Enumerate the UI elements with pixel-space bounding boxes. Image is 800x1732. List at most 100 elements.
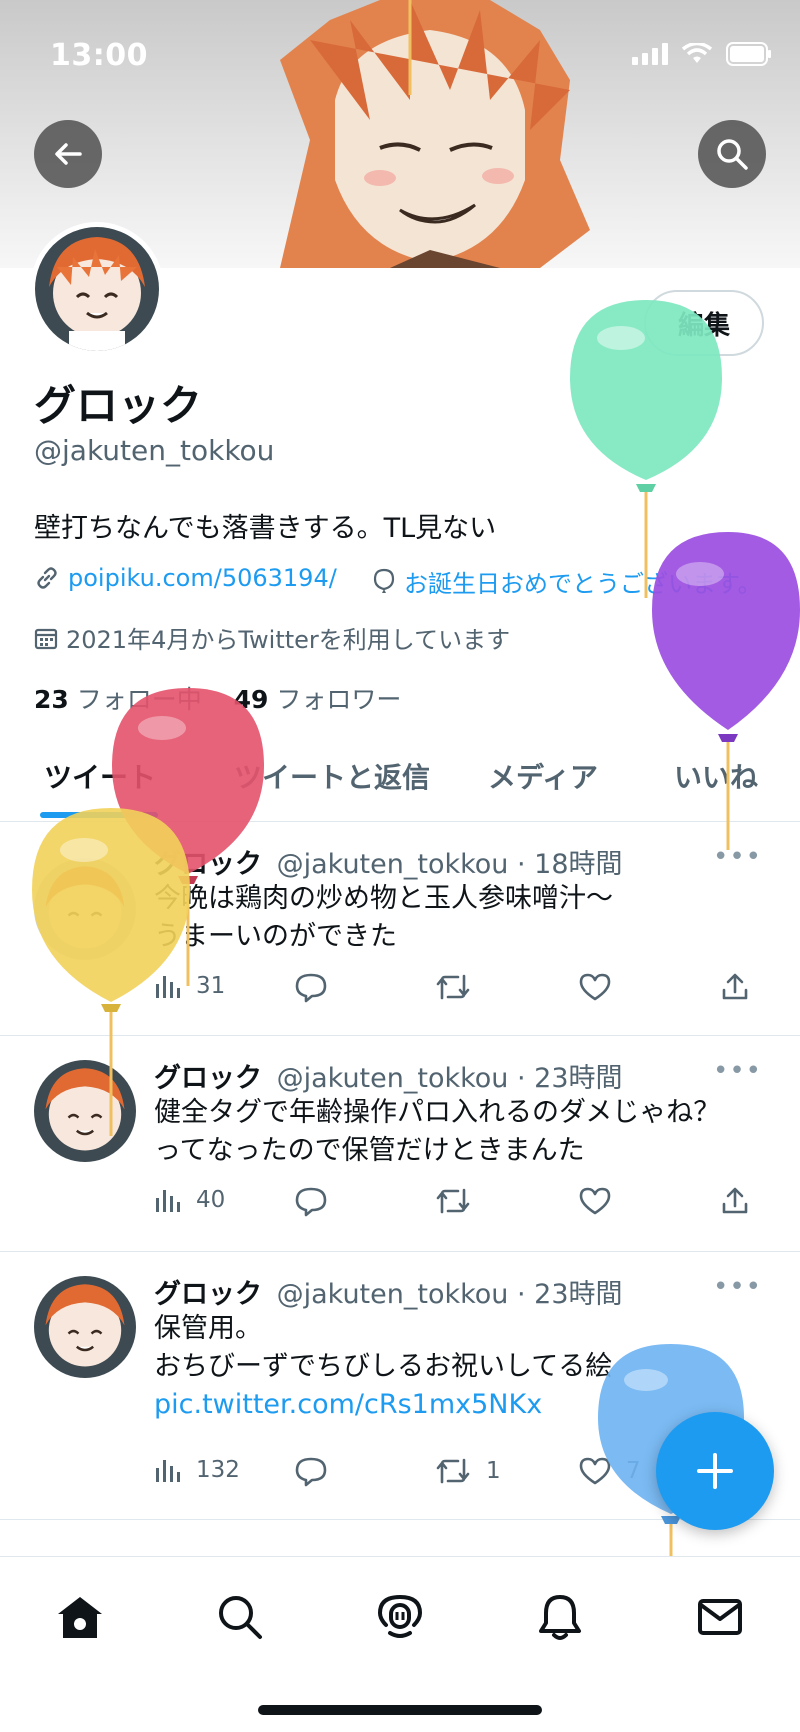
like-button[interactable] [578,972,612,1002]
views-button[interactable]: 31 [154,972,225,1000]
mail-icon [698,1599,742,1635]
retweet-icon [436,1188,470,1214]
tweet-actions: 31 [154,972,766,1012]
profile-handle: @jakuten_tokkou [34,434,275,467]
share-button[interactable] [720,1186,750,1216]
retweet-button[interactable] [434,972,472,1002]
link-icon [37,567,57,589]
avatar-illustration [34,1060,136,1162]
profile-link[interactable]: poipiku.com/5063194/ [34,564,337,592]
wifi-icon [682,43,712,63]
nav-spaces[interactable] [370,1587,430,1647]
tweet-text-line: 保管用。 [154,1313,262,1344]
banner-illustration [280,0,590,268]
tweet-avatar[interactable] [34,858,136,960]
search-icon [717,139,748,170]
search-icon [219,1596,262,1639]
like-button[interactable] [578,1186,612,1216]
retweet-icon [436,1458,470,1484]
tweet-header: グロック @jakuten_tokkou · 23時間 [154,1056,623,1095]
share-icon [722,973,748,1000]
calendar-icon [34,628,58,649]
tweet-author-handle[interactable]: @jakuten_tokkou [277,1279,509,1310]
tweet-author-handle[interactable]: @jakuten_tokkou [277,849,509,880]
following-link[interactable]: 23 フォロー中 [34,685,202,714]
tweet-media-link[interactable]: pic.twitter.com/cRs1mx5NKx [154,1386,612,1424]
tab-media[interactable]: メディア [488,756,598,796]
arrow-left-icon [55,143,82,165]
reply-button[interactable] [294,972,328,1004]
balloon-icon [373,568,395,593]
tweet-text-line: おちびーずでちびしるお祝いしてる絵 [154,1351,613,1382]
battery-icon [726,42,771,66]
followers-link[interactable]: 49 フォロワー [234,685,402,714]
profile-birthday: お誕生日おめでとうございます。 [372,564,762,599]
reply-icon [295,973,327,1003]
tweet-author-name[interactable]: グロック [154,1279,262,1310]
followers-label: フォロワー [276,685,402,714]
like-count: 7 [626,1458,641,1484]
views-button[interactable]: 132 [154,1456,240,1484]
profile-link-text[interactable]: poipiku.com/5063194/ [68,564,337,592]
tweet-text-line: うまーいのができた [154,921,397,952]
nav-notifications[interactable] [530,1587,590,1647]
retweet-button[interactable]: 1 [434,1456,501,1486]
plus-icon [697,1453,733,1489]
tweet-author-name[interactable]: グロック [154,849,262,880]
tweet-header: グロック @jakuten_tokkou · 23時間 [154,1272,623,1311]
tweet-author-handle[interactable]: @jakuten_tokkou [277,1063,509,1094]
share-button[interactable] [720,972,750,1002]
nav-home[interactable] [50,1587,110,1647]
views-button[interactable]: 40 [154,1186,225,1214]
more-options-icon[interactable]: ••• [713,842,762,872]
tab-likes[interactable]: いいね [674,756,758,796]
follow-stats: 23 フォロー中 49 フォロワー [34,680,401,716]
tweet-item[interactable]: グロック @jakuten_tokkou · 18時間 ••• 今晩は鶏肉の炒め… [0,822,800,1036]
retweet-button[interactable] [434,1186,472,1216]
tweet-item[interactable]: グロック @jakuten_tokkou · 23時間 ••• 健全タグで年齢操… [0,1036,800,1252]
more-options-icon[interactable]: ••• [713,1272,762,1302]
tweet-text: 健全タグで年齢操作パロ入れるのダメじゃね？ ってなったので保管だけときまんた [154,1094,720,1170]
like-button[interactable]: 7 [578,1456,641,1486]
bottom-navigation [0,1556,800,1732]
profile-avatar[interactable] [30,222,164,356]
tweet-avatar[interactable] [34,1060,136,1162]
tweet-text: 保管用。 おちびーずでちびしるお祝いしてる絵 pic.twitter.com/c… [154,1310,612,1424]
nav-search[interactable] [210,1587,270,1647]
tab-tweets[interactable]: ツイート [44,756,156,796]
tweet-text: 今晩は鶏肉の炒め物と玉人参味噌汁〜 うまーいのができた [154,880,613,956]
avatar-illustration [34,858,136,960]
profile-bio: 壁打ちなんでも落書きする。TL見ない [34,513,497,544]
profile-tabs: ツイート ツイートと返信 メディア いいね [0,740,800,822]
compose-tweet-button[interactable] [656,1412,774,1530]
reply-button[interactable] [294,1186,328,1218]
heart-icon [579,1457,611,1485]
tweet-avatar[interactable] [34,1276,136,1378]
heart-icon [579,1187,611,1215]
more-options-icon[interactable]: ••• [713,1056,762,1086]
spaces-icon [377,1594,423,1638]
home-indicator [258,1705,542,1715]
tab-tweets-and-replies[interactable]: ツイートと返信 [234,756,430,796]
tweet-actions: 40 [154,1186,766,1226]
avatar-illustration [35,227,159,351]
search-button[interactable] [698,120,766,188]
back-button[interactable] [34,120,102,188]
views-count: 40 [196,1187,226,1213]
reply-button[interactable] [294,1456,328,1488]
tweet-author-name[interactable]: グロック [154,1063,262,1094]
following-count: 23 [34,685,69,714]
tweet-text-line: 健全タグで年齢操作パロ入れるのダメじゃね？ [154,1097,721,1128]
tweet-text-line: 今晩は鶏肉の炒め物と玉人参味噌汁〜 [154,883,613,914]
heart-icon [579,973,611,1001]
edit-profile-button[interactable]: 編集 [644,290,764,356]
views-count: 132 [196,1457,240,1483]
profile-joined-text: 2021年4月からTwitterを利用しています [66,626,511,654]
status-icons [632,42,772,66]
tweet-header: グロック @jakuten_tokkou · 18時間 [154,842,623,881]
views-count: 31 [196,973,226,999]
retweet-count: 1 [486,1458,501,1484]
reply-icon [295,1187,327,1217]
nav-messages[interactable] [690,1587,750,1647]
analytics-icon [156,1190,180,1212]
